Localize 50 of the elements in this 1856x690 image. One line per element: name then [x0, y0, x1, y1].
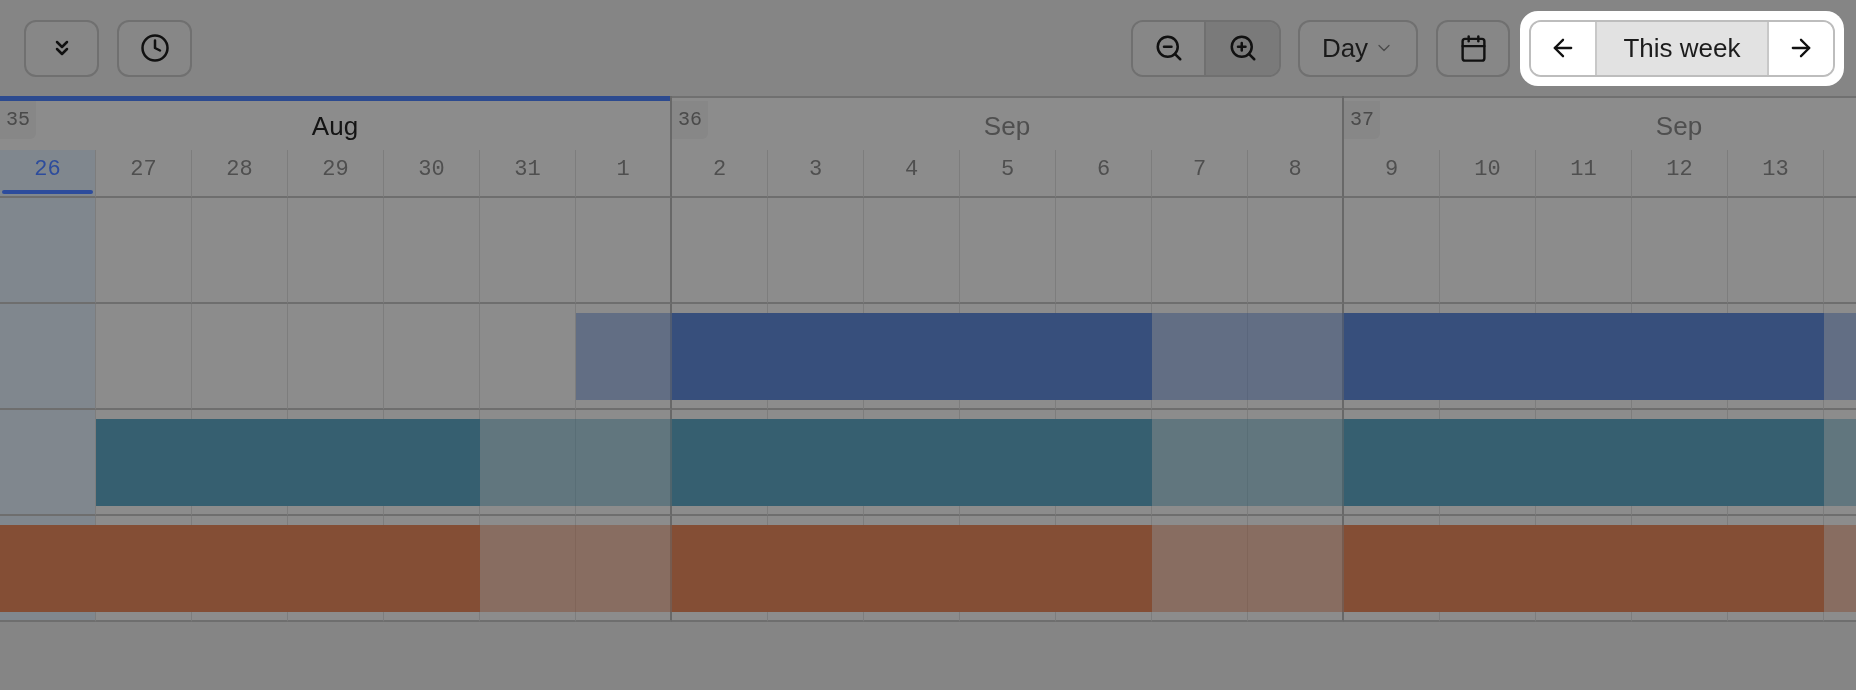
week-number: 35 [0, 101, 36, 139]
task-bar-segment[interactable] [1344, 525, 1440, 612]
zoom-in-button[interactable] [1206, 21, 1279, 75]
day-label: 6 [1096, 159, 1111, 181]
day-label: 4 [904, 159, 919, 181]
day-label: 11 [1570, 159, 1597, 181]
task-bar-segment[interactable] [1056, 419, 1152, 506]
month-label: Sep [1655, 112, 1703, 139]
task-bar-segment[interactable] [0, 525, 96, 612]
this-week-button[interactable]: This week [1595, 21, 1769, 75]
day-label: 9 [1384, 159, 1399, 181]
task-bar-segment[interactable] [1728, 313, 1824, 400]
day-label: 7 [1192, 159, 1207, 181]
calendar-button[interactable] [1436, 19, 1510, 77]
day-label: 26 [34, 159, 61, 181]
task-bar-segment[interactable] [1056, 313, 1152, 400]
task-bar-segment[interactable] [1344, 313, 1440, 400]
week-number: 36 [672, 101, 708, 139]
day-label: 2 [712, 159, 727, 181]
task-bar-segment[interactable] [1728, 525, 1824, 612]
day-label: 27 [130, 159, 157, 181]
task-bar-segment[interactable] [1056, 525, 1152, 612]
day-label: 8 [1288, 159, 1302, 181]
calendar-icon [1458, 33, 1488, 63]
day-label: 13 [1762, 159, 1789, 181]
day-label: 10 [1474, 159, 1501, 181]
view-select[interactable]: Day [1298, 19, 1418, 77]
day-label: 29 [322, 159, 349, 181]
task-bar-segment[interactable] [1344, 419, 1440, 506]
task-bar-segment[interactable] [672, 525, 768, 612]
task-bar-segment[interactable] [384, 419, 480, 506]
task-bar-segment[interactable] [672, 419, 768, 506]
day-label: 1 [616, 159, 630, 181]
month-label: Aug [311, 112, 359, 139]
day-label: 31 [514, 159, 541, 181]
day-label: 30 [418, 159, 445, 181]
week-number: 37 [1344, 101, 1380, 139]
day-label: 3 [808, 159, 823, 181]
task-bar-segment[interactable] [1728, 419, 1824, 506]
clock-icon [139, 33, 170, 63]
collapse-button[interactable] [24, 19, 99, 77]
day-label: 5 [1000, 159, 1015, 181]
task-bar-segment[interactable] [384, 525, 480, 612]
zoom-out-button[interactable] [1133, 21, 1206, 75]
day-label: 28 [226, 159, 253, 181]
day-label: 12 [1666, 159, 1693, 181]
clock-button[interactable] [117, 19, 192, 77]
month-label: Sep [983, 112, 1031, 139]
task-bar-segment[interactable] [672, 313, 768, 400]
task-bar-segment[interactable] [96, 419, 192, 506]
